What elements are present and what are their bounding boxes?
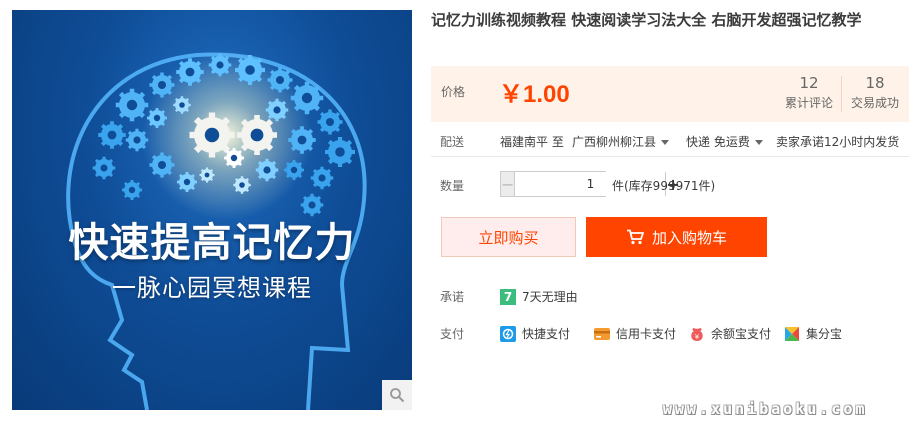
add-to-cart-button[interactable]: 加入购物车: [586, 217, 767, 257]
product-title: 记忆力训练视频教程 快速阅读学习法大全 右脑开发超强记忆教学: [431, 11, 862, 29]
stock-text: 件(库存999971件): [612, 179, 716, 193]
buy-now-button[interactable]: 立即购买: [441, 217, 576, 257]
gear-icon: [265, 98, 289, 122]
gear-icon: [310, 166, 334, 190]
pay-quick-label: 快捷支付: [522, 327, 571, 341]
magnifier-icon: [390, 388, 405, 403]
gear-icon: [149, 152, 175, 178]
gear-icon: [125, 128, 149, 152]
sales-label: 交易成功: [850, 96, 899, 110]
gear-icon: [199, 167, 215, 183]
price-label: 价格: [441, 85, 466, 99]
pay-jifenbao-label: 集分宝: [806, 327, 843, 341]
gear-icon: [173, 96, 191, 114]
reviews-label: 累计评论: [784, 96, 833, 110]
gear-icon: [224, 148, 244, 168]
gear-icon: [177, 172, 197, 192]
gear-icon: [147, 108, 167, 128]
delivery-from: 福建南平 至: [500, 135, 564, 149]
pay-credit-card-label: 信用卡支付: [616, 327, 677, 341]
jifenbao-icon: [785, 326, 799, 341]
shipping-method: 快递 免运费: [686, 135, 750, 149]
price-panel: 价格 ￥1.00 12 累计评论 18 交易成功: [431, 66, 909, 122]
svg-text:¥: ¥: [695, 333, 700, 341]
chevron-down-icon: [754, 140, 763, 145]
quantity-label: 数量: [440, 179, 465, 193]
promise-row: 承诺 7 7天无理由: [431, 288, 909, 305]
delivery-row: 配送 福建南平 至 广西柳州柳江县 快递 免运费 卖家承诺12小时内发货: [431, 133, 909, 149]
pay-yuebao[interactable]: ¥ 余额宝支付: [689, 325, 771, 342]
watermark: www.xunibaoku.com: [663, 400, 868, 418]
payment-label: 支付: [440, 327, 465, 341]
price-value: ￥1.00: [499, 81, 570, 108]
gear-icon: [317, 109, 343, 135]
seven-day-text: 7天无理由: [522, 290, 578, 304]
pay-yuebao-label: 余额宝支付: [711, 327, 772, 341]
gear-icon: [325, 137, 355, 167]
product-image[interactable]: 快速提高记忆力 一脉心园冥想课程: [12, 10, 412, 410]
sales-count: 18: [865, 74, 885, 92]
add-to-cart-label: 加入购物车: [651, 228, 727, 247]
cart-icon: [626, 229, 644, 245]
image-title: 快速提高记忆力: [68, 220, 356, 266]
gear-icon: [176, 58, 204, 86]
gear-icon: [149, 72, 175, 98]
shipping-method-select[interactable]: 快递 免运费: [686, 133, 763, 150]
gear-icon: [122, 180, 142, 200]
pay-quick[interactable]: 快捷支付: [500, 325, 570, 342]
delivery-destination-select[interactable]: 广西柳州柳江县: [572, 133, 670, 150]
delivery-label: 配送: [440, 135, 465, 149]
gear-icon: [255, 158, 279, 182]
reviews-count: 12: [799, 74, 819, 92]
reviews-stat[interactable]: 12 累计评论: [775, 74, 843, 112]
pay-jifenbao[interactable]: 集分宝: [784, 325, 842, 342]
credit-card-icon: [594, 327, 610, 340]
zoom-button[interactable]: [382, 380, 412, 410]
gear-icon: [115, 88, 149, 122]
image-subtitle: 一脉心园冥想课程: [112, 274, 312, 302]
yuebao-icon: ¥: [691, 327, 703, 341]
chevron-down-icon: [661, 140, 670, 145]
decrease-button[interactable]: −: [501, 172, 516, 196]
divider: [431, 156, 909, 157]
ship-promise: 卖家承诺12小时内发货: [776, 135, 900, 149]
gear-icon: [98, 121, 126, 149]
gear-icon: [208, 53, 232, 77]
sales-stat[interactable]: 18 交易成功: [841, 74, 909, 112]
payment-row: 支付 快捷支付 信用卡支付 ¥ 余额宝支付 集分宝: [431, 325, 909, 342]
gear-icon: [92, 156, 116, 180]
gear-icon: [284, 160, 304, 180]
promise-label: 承诺: [440, 290, 465, 304]
quick-pay-icon: [500, 325, 516, 342]
buy-now-label: 立即购买: [478, 228, 539, 247]
quantity-stepper: − +: [500, 171, 680, 197]
gear-icon: [237, 115, 277, 155]
gear-icon: [235, 55, 265, 85]
gear-icon: [267, 67, 293, 93]
gear-icon: [233, 176, 251, 194]
delivery-destination: 广西柳州柳江县: [572, 135, 657, 149]
seven-day-badge-icon: 7: [500, 288, 516, 305]
quantity-row: 数量 − + 件(库存999971件): [431, 171, 909, 197]
pay-credit-card[interactable]: 信用卡支付: [594, 325, 676, 342]
seven-day-return[interactable]: 7 7天无理由: [500, 288, 578, 305]
gear-icon: [288, 126, 316, 154]
gear-icon: [290, 81, 324, 115]
